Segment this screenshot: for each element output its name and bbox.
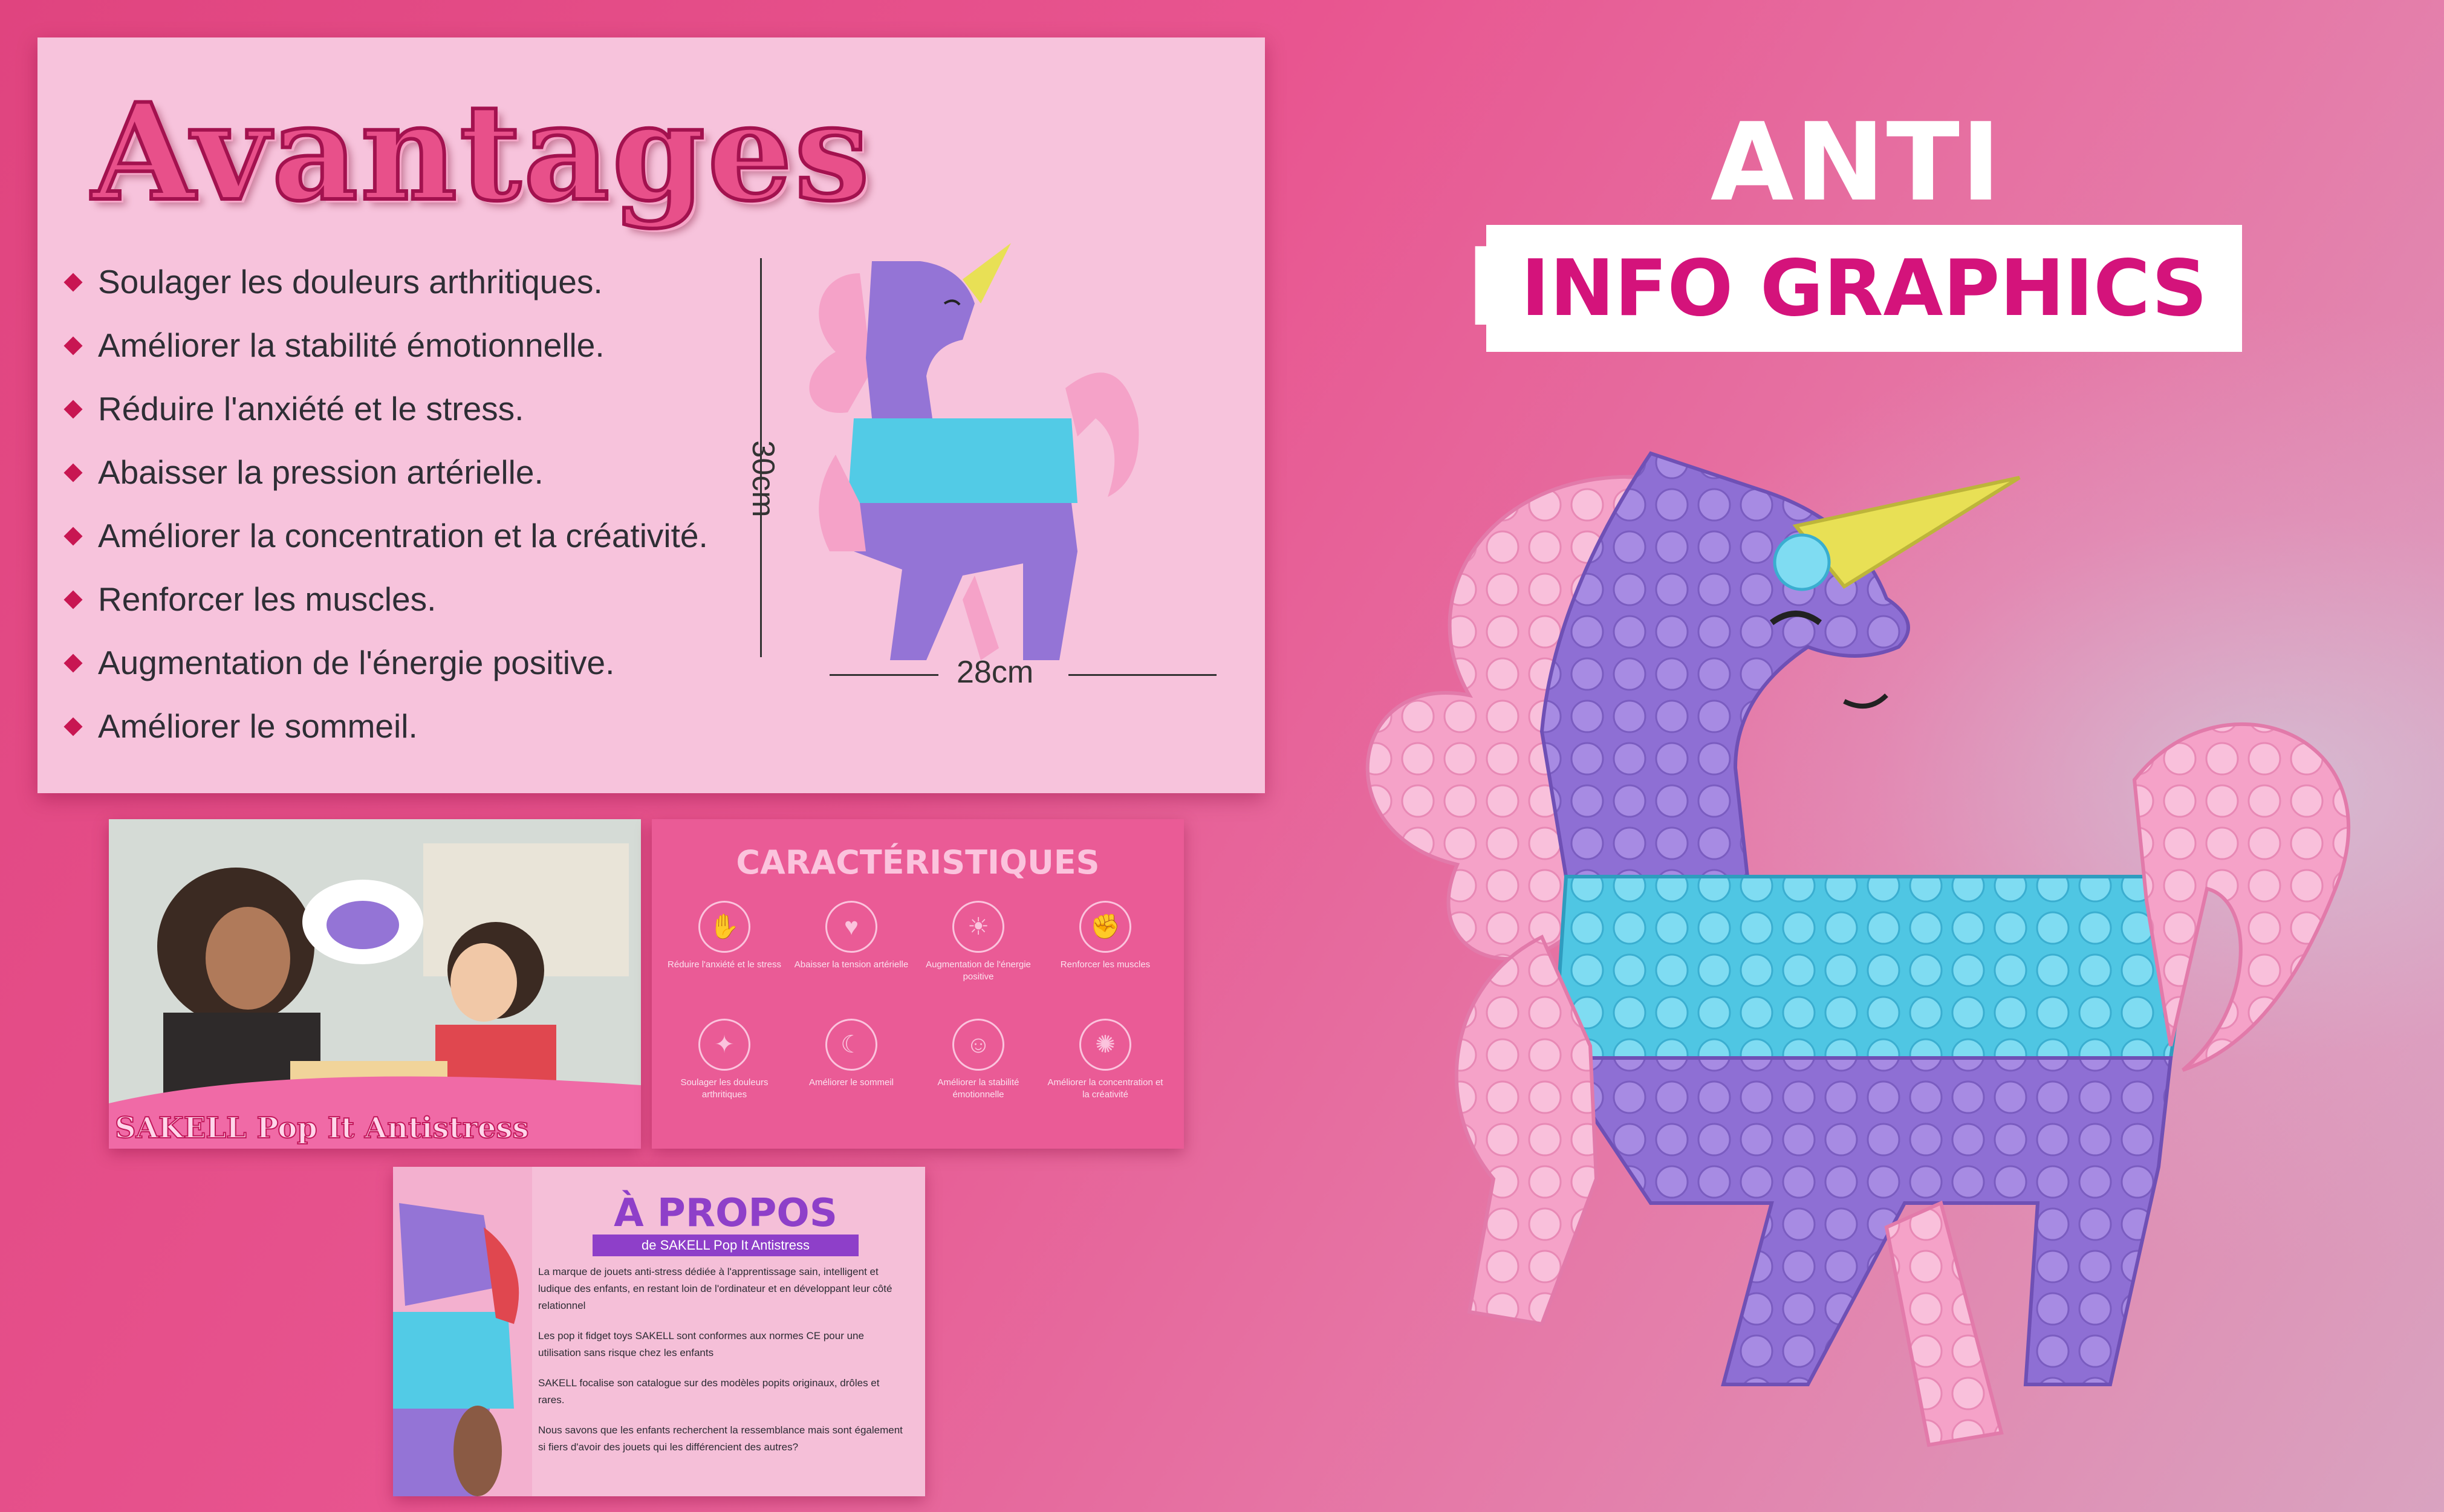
- list-item: Soulager les douleurs arthritiques.: [62, 250, 708, 314]
- list-item: Renforcer les muscles.: [62, 568, 708, 631]
- small-unicorn-image: [809, 243, 1139, 660]
- muscle-icon: ✊: [1079, 901, 1131, 953]
- about-card: À PROPOS de SAKELL Pop It Antistress La …: [393, 1167, 925, 1496]
- feature-item: ✺ Améliorer la concentration et la créati…: [1045, 1019, 1166, 1101]
- feature-item: ✊ Renforcer les muscles: [1045, 901, 1166, 971]
- photo-caption: SAKELL Pop It Antistress: [114, 1111, 529, 1146]
- brain-icon: ✺: [1079, 1019, 1131, 1071]
- feature-label: Augmentation de l'énergie positive: [926, 959, 1031, 982]
- feature-label: Abaisser la tension artérielle: [794, 959, 909, 970]
- list-item: Améliorer la concentration et la créativ…: [62, 504, 708, 568]
- feature-label: Améliorer le sommeil: [808, 1077, 894, 1088]
- benefits-title: Avantages: [90, 72, 872, 232]
- benefit-label: Améliorer la concentration et la créativ…: [98, 517, 708, 554]
- benefit-label: Soulager les douleurs arthritiques.: [98, 263, 603, 300]
- subtitle-banner: INFO GRAPHICS: [1486, 225, 2242, 352]
- benefit-label: Augmentation de l'énergie positive.: [98, 644, 615, 681]
- feature-label: Renforcer les muscles: [1060, 959, 1151, 970]
- height-dimension-label: 30cm: [746, 440, 781, 518]
- benefits-list: Soulager les douleurs arthritiques. Amél…: [62, 250, 708, 758]
- feature-label: Améliorer la stabilité émotionnelle: [937, 1077, 1019, 1100]
- bed-icon: ☾: [825, 1019, 877, 1071]
- hand-icon: ✋: [698, 901, 750, 953]
- list-item: Améliorer le sommeil.: [62, 695, 708, 758]
- list-item: Augmentation de l'énergie positive.: [62, 631, 708, 695]
- list-item: Abaisser la pression artérielle.: [62, 441, 708, 504]
- lightbulb-icon: ☀: [952, 901, 1004, 953]
- benefit-label: Améliorer la stabilité émotionnelle.: [98, 326, 605, 364]
- benefit-label: Renforcer les muscles.: [98, 580, 437, 618]
- about-paragraph: La marque de jouets anti-stress dédiée à…: [538, 1266, 892, 1311]
- page-subtitle: INFO GRAPHICS: [1521, 243, 2208, 334]
- diamond-bullet-icon: [63, 590, 83, 609]
- feature-label: Soulager les douleurs arthritiques: [680, 1077, 769, 1100]
- heart-pulse-icon: ♥: [825, 901, 877, 953]
- features-title: CARACTÉRISTIQUES: [736, 843, 1100, 881]
- diamond-bullet-icon: [63, 654, 83, 673]
- diamond-bullet-icon: [63, 400, 83, 419]
- list-item: Améliorer la stabilité émotionnelle.: [62, 314, 708, 377]
- features-card: CARACTÉRISTIQUES ✋ Réduire l'anxiété et l…: [652, 819, 1184, 1149]
- children-photo: [109, 819, 641, 1149]
- big-unicorn-image: [1365, 451, 2350, 1447]
- diamond-bullet-icon: [63, 527, 83, 546]
- feature-label: Réduire l'anxiété et le stress: [668, 959, 781, 970]
- about-title: À PROPOS: [614, 1191, 837, 1236]
- sparkle-icon: ✦: [698, 1019, 750, 1071]
- about-paragraph: Les pop it fidget toys SAKELL sont confo…: [538, 1330, 864, 1358]
- hand-unicorn-photo: [393, 1167, 532, 1496]
- feature-item: ✋ Réduire l'anxiété et le stress: [664, 901, 785, 971]
- about-paragraph: Nous savons que les enfants recherchent …: [538, 1424, 903, 1453]
- photo-card: SAKELL Pop It Antistress: [109, 819, 641, 1149]
- benefit-label: Réduire l'anxiété et le stress.: [98, 390, 524, 427]
- list-item: Réduire l'anxiété et le stress.: [62, 377, 708, 441]
- diamond-bullet-icon: [63, 463, 83, 482]
- about-ribbon: de SAKELL Pop It Antistress: [593, 1235, 859, 1256]
- feature-item: ♥ Abaisser la tension artérielle: [791, 901, 912, 971]
- feature-item: ✦ Soulager les douleurs arthritiques: [664, 1019, 785, 1101]
- benefit-label: Abaisser la pression artérielle.: [98, 453, 544, 491]
- feature-label: Améliorer la concentration et la créativ…: [1047, 1077, 1163, 1100]
- about-text: La marque de jouets anti-stress dédiée à…: [538, 1264, 907, 1469]
- feature-item: ☀ Augmentation de l'énergie positive: [918, 901, 1039, 983]
- diamond-bullet-icon: [63, 273, 83, 292]
- about-paragraph: SAKELL focalise son catalogue sur des mo…: [538, 1377, 880, 1406]
- diamond-bullet-icon: [63, 336, 83, 355]
- benefits-card: Avantages Soulager les douleurs arthriti…: [37, 37, 1265, 793]
- diamond-bullet-icon: [63, 717, 83, 736]
- feature-item: ☺ Améliorer la stabilité émotionnelle: [918, 1019, 1039, 1101]
- head-smile-icon: ☺: [952, 1019, 1004, 1071]
- feature-item: ☾ Améliorer le sommeil: [791, 1019, 912, 1089]
- benefit-label: Améliorer le sommeil.: [98, 707, 418, 745]
